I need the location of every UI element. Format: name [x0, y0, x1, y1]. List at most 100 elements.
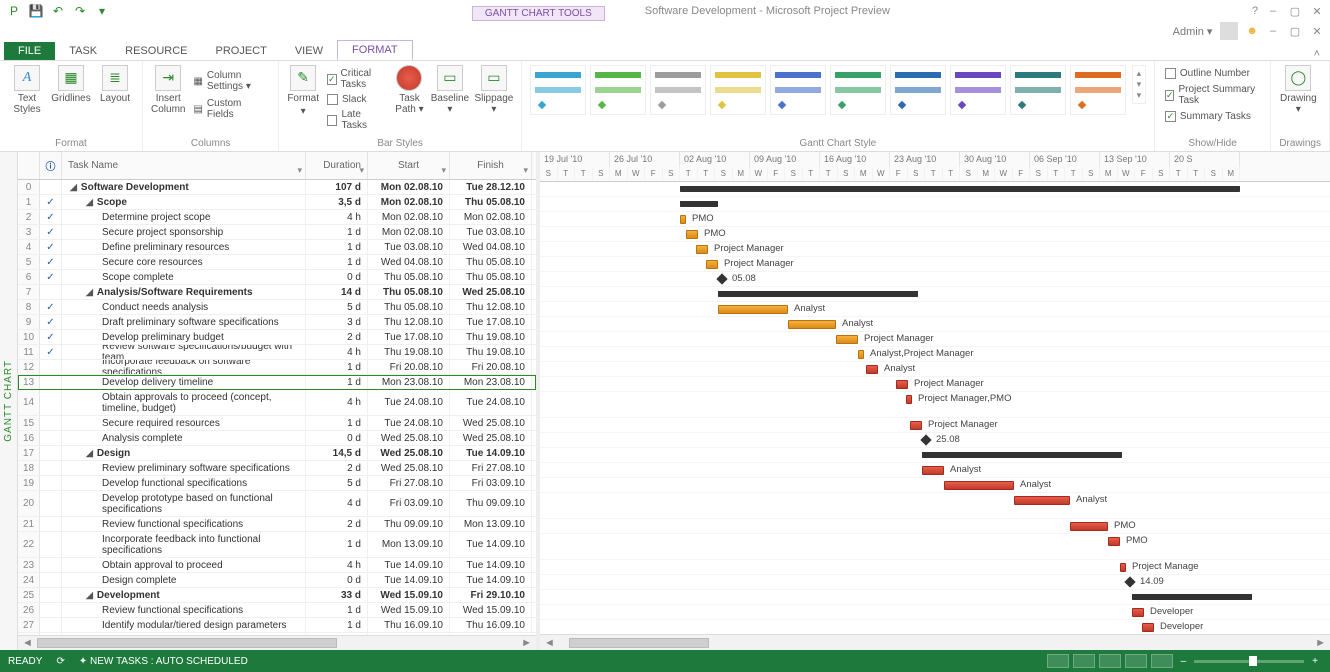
cell-duration[interactable]: 1 d: [306, 603, 368, 617]
cell-finish[interactable]: Tue 14.09.10: [450, 558, 532, 572]
summary-bar[interactable]: [718, 291, 918, 297]
table-hscroll[interactable]: ◄ ►: [18, 635, 536, 650]
cell-rownum[interactable]: 18: [18, 461, 40, 475]
cell-task-name[interactable]: Develop functional specifications: [62, 476, 306, 490]
task-bar[interactable]: [1014, 496, 1070, 505]
task-bar[interactable]: [906, 395, 912, 404]
chevron-down-icon[interactable]: ▾: [441, 165, 446, 176]
table-row[interactable]: 10✓Develop preliminary budget2 dTue 17.0…: [18, 330, 536, 345]
cell-finish[interactable]: Fri 29.10.10: [450, 588, 532, 602]
cell-finish[interactable]: Thu 05.08.10: [450, 195, 532, 209]
table-row[interactable]: 7◢Analysis/Software Requirements14 dThu …: [18, 285, 536, 300]
insert-column-button[interactable]: ⇥Insert Column: [151, 65, 185, 115]
gantt-body[interactable]: PMOPMOProject ManagerProject Manager05.0…: [540, 182, 1330, 634]
cell-duration[interactable]: 4 h: [306, 390, 368, 415]
cell-rownum[interactable]: 25: [18, 588, 40, 602]
task-bar[interactable]: [686, 230, 698, 239]
cell-start[interactable]: Tue 14.09.10: [368, 558, 450, 572]
milestone-marker[interactable]: [716, 273, 727, 284]
timeline-week[interactable]: 26 Jul '10: [610, 152, 680, 167]
cell-start[interactable]: Wed 25.08.10: [368, 446, 450, 460]
gantt-row[interactable]: Analyst: [540, 463, 1330, 478]
cell-duration[interactable]: 14 d: [306, 285, 368, 299]
cell-finish[interactable]: Mon 23.08.10: [450, 375, 532, 389]
cell-duration[interactable]: 33 d: [306, 588, 368, 602]
cell-start[interactable]: Wed 15.09.10: [368, 603, 450, 617]
gantt-style-swatch[interactable]: [650, 65, 706, 115]
summary-tasks-checkbox[interactable]: Summary Tasks: [1163, 110, 1262, 123]
help-icon[interactable]: ?: [1252, 5, 1258, 17]
cell-finish[interactable]: Tue 17.08.10: [450, 315, 532, 329]
table-row[interactable]: 20Develop prototype based on functional …: [18, 491, 536, 517]
cell-rownum[interactable]: 8: [18, 300, 40, 314]
outline-toggle-icon[interactable]: ◢: [86, 287, 93, 298]
cell-finish[interactable]: Tue 14.09.10: [450, 532, 532, 557]
view-calendar-icon[interactable]: [1125, 654, 1147, 668]
gantt-style-swatch[interactable]: [950, 65, 1006, 115]
user-name[interactable]: Admin ▾: [1173, 25, 1213, 38]
window-minimize-icon[interactable]: –: [1266, 5, 1280, 17]
table-row[interactable]: 3✓Secure project sponsorship1 dMon 02.08…: [18, 225, 536, 240]
cell-start[interactable]: Thu 12.08.10: [368, 315, 450, 329]
table-row[interactable]: 23Obtain approval to proceed4 hTue 14.09…: [18, 558, 536, 573]
tab-project[interactable]: PROJECT: [202, 42, 281, 60]
table-row[interactable]: 19Develop functional specifications5 dFr…: [18, 476, 536, 491]
cell-duration[interactable]: 0 d: [306, 270, 368, 284]
save-icon[interactable]: 💾: [28, 3, 44, 19]
cell-start[interactable]: Fri 20.08.10: [368, 360, 450, 374]
cell-task-name[interactable]: ◢Analysis/Software Requirements: [62, 285, 306, 299]
cell-duration[interactable]: 1 d: [306, 416, 368, 430]
cell-task-name[interactable]: Draft preliminary software specification…: [62, 315, 306, 329]
outline-toggle-icon[interactable]: ◢: [70, 182, 77, 193]
cell-start[interactable]: Thu 09.09.10: [368, 517, 450, 531]
cell-start[interactable]: Wed 15.09.10: [368, 588, 450, 602]
view-gantt-icon[interactable]: [1047, 654, 1069, 668]
task-path-button[interactable]: Task Path ▾: [394, 65, 425, 115]
gantt-row[interactable]: Project Manager: [540, 332, 1330, 347]
table-row[interactable]: 6✓Scope complete0 dThu 05.08.10Thu 05.08…: [18, 270, 536, 285]
cell-rownum[interactable]: 24: [18, 573, 40, 587]
cell-duration[interactable]: 1 d: [306, 225, 368, 239]
timeline-week[interactable]: 02 Aug '10: [680, 152, 750, 167]
cell-start[interactable]: Mon 13.09.10: [368, 532, 450, 557]
gantt-row[interactable]: PMO: [540, 212, 1330, 227]
task-bar[interactable]: [1108, 537, 1120, 546]
cell-task-name[interactable]: ◢Design: [62, 446, 306, 460]
task-bar[interactable]: [1120, 563, 1126, 572]
scroll-left-icon[interactable]: ◄: [540, 637, 559, 649]
milestone-marker[interactable]: [1124, 576, 1135, 587]
cell-finish[interactable]: Fri 03.09.10: [450, 476, 532, 490]
cell-rownum[interactable]: 3: [18, 225, 40, 239]
cell-rownum[interactable]: 26: [18, 603, 40, 617]
cell-rownum[interactable]: 19: [18, 476, 40, 490]
chevron-down-icon[interactable]: ▾: [359, 165, 364, 176]
milestone-marker[interactable]: [920, 434, 931, 445]
task-bar[interactable]: [696, 245, 708, 254]
cell-duration[interactable]: 14,5 d: [306, 446, 368, 460]
timeline-week[interactable]: 19 Jul '10: [540, 152, 610, 167]
cell-finish[interactable]: Fri 27.08.10: [450, 461, 532, 475]
timeline-week[interactable]: 23 Aug '10: [890, 152, 960, 167]
cell-start[interactable]: Tue 24.08.10: [368, 390, 450, 415]
gantt-row[interactable]: Analyst: [540, 493, 1330, 519]
gantt-row[interactable]: Project Manager: [540, 377, 1330, 392]
cell-finish[interactable]: Mon 13.09.10: [450, 517, 532, 531]
view-tab-gantt[interactable]: GANTT CHART: [0, 152, 18, 650]
col-task-name[interactable]: Task Name▾: [62, 152, 306, 179]
task-bar[interactable]: [1070, 522, 1108, 531]
cell-start[interactable]: Tue 03.08.10: [368, 240, 450, 254]
ribbon-collapse-icon[interactable]: ˄: [1314, 48, 1320, 60]
cell-finish[interactable]: Wed 25.08.10: [450, 285, 532, 299]
cell-task-name[interactable]: Conduct needs analysis: [62, 300, 306, 314]
timeline-week[interactable]: 30 Aug '10: [960, 152, 1030, 167]
scroll-up-icon[interactable]: ▴: [1137, 68, 1142, 79]
cell-rownum[interactable]: 15: [18, 416, 40, 430]
cell-start[interactable]: Fri 27.08.10: [368, 476, 450, 490]
cell-start[interactable]: Mon 02.08.10: [368, 180, 450, 194]
cell-start[interactable]: Mon 02.08.10: [368, 210, 450, 224]
cell-rownum[interactable]: 13: [18, 375, 40, 389]
task-bar[interactable]: [922, 466, 944, 475]
timeline-week[interactable]: 06 Sep '10: [1030, 152, 1100, 167]
gantt-row[interactable]: Analyst: [540, 317, 1330, 332]
gantt-row[interactable]: Developer: [540, 620, 1330, 634]
